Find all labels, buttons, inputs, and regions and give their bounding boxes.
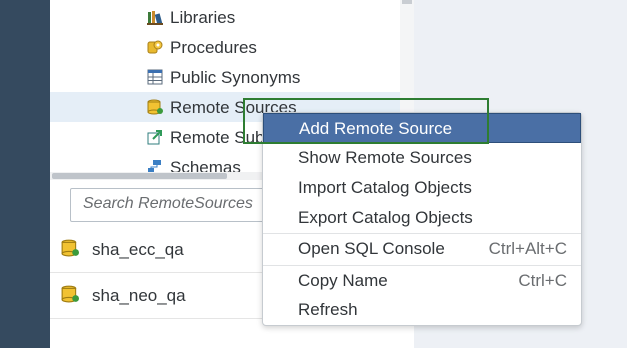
books-icon [147, 11, 163, 25]
menu-item-label: Import Catalog Objects [298, 178, 472, 197]
menu-item-label: Export Catalog Objects [298, 208, 473, 227]
tree-item-label: Public Synonyms [170, 68, 301, 87]
remote-source-icon [61, 239, 79, 257]
tree-item-libraries[interactable]: Libraries [50, 2, 400, 32]
schema-icon [148, 160, 161, 172]
menu-item-label: Add Remote Source [299, 119, 453, 138]
tree-item-procedures[interactable]: Procedures [50, 32, 400, 62]
menu-item-shortcut: Ctrl+Alt+C [488, 239, 567, 258]
synonym-icon [147, 69, 163, 85]
menu-item-import-catalog-objects[interactable]: Import Catalog Objects [263, 173, 581, 203]
menu-item-refresh[interactable]: Refresh [263, 295, 581, 325]
remote-subscription-icon [147, 130, 162, 145]
menu-item-add-remote-source[interactable]: Add Remote Source [263, 113, 581, 143]
menu-item-label: Copy Name [298, 271, 388, 290]
remote-source-icon [61, 285, 79, 303]
tree-item-label: Libraries [170, 8, 236, 27]
menu-item-export-catalog-objects[interactable]: Export Catalog Objects [263, 203, 581, 233]
menu-item-label: Show Remote Sources [298, 148, 472, 167]
menu-item-label: Refresh [298, 300, 358, 319]
procedure-icon [147, 40, 163, 54]
list-item-label: sha_neo_qa [92, 286, 186, 305]
search-placeholder: Search RemoteSources [83, 195, 253, 212]
menu-item-show-remote-sources[interactable]: Show Remote Sources [263, 143, 581, 173]
context-menu: Add Remote Source Show Remote Sources Im… [262, 112, 582, 326]
tree-horizontal-scroll-thumb[interactable] [52, 173, 227, 179]
tree-item-label: Procedures [170, 38, 257, 57]
list-item-label: sha_ecc_qa [92, 240, 184, 259]
menu-item-open-sql-console[interactable]: Open SQL Console Ctrl+Alt+C [263, 234, 581, 264]
menu-item-label: Open SQL Console [298, 239, 445, 258]
tree-item-public-synonyms[interactable]: Public Synonyms [50, 62, 400, 92]
left-navigation-rail [0, 0, 50, 348]
remote-source-icon [147, 99, 163, 115]
menu-item-shortcut: Ctrl+C [518, 271, 567, 290]
tree-scroll-thumb[interactable] [402, 0, 412, 4]
menu-item-copy-name[interactable]: Copy Name Ctrl+C [263, 266, 581, 296]
tree-item-label: Schemas [170, 158, 241, 172]
